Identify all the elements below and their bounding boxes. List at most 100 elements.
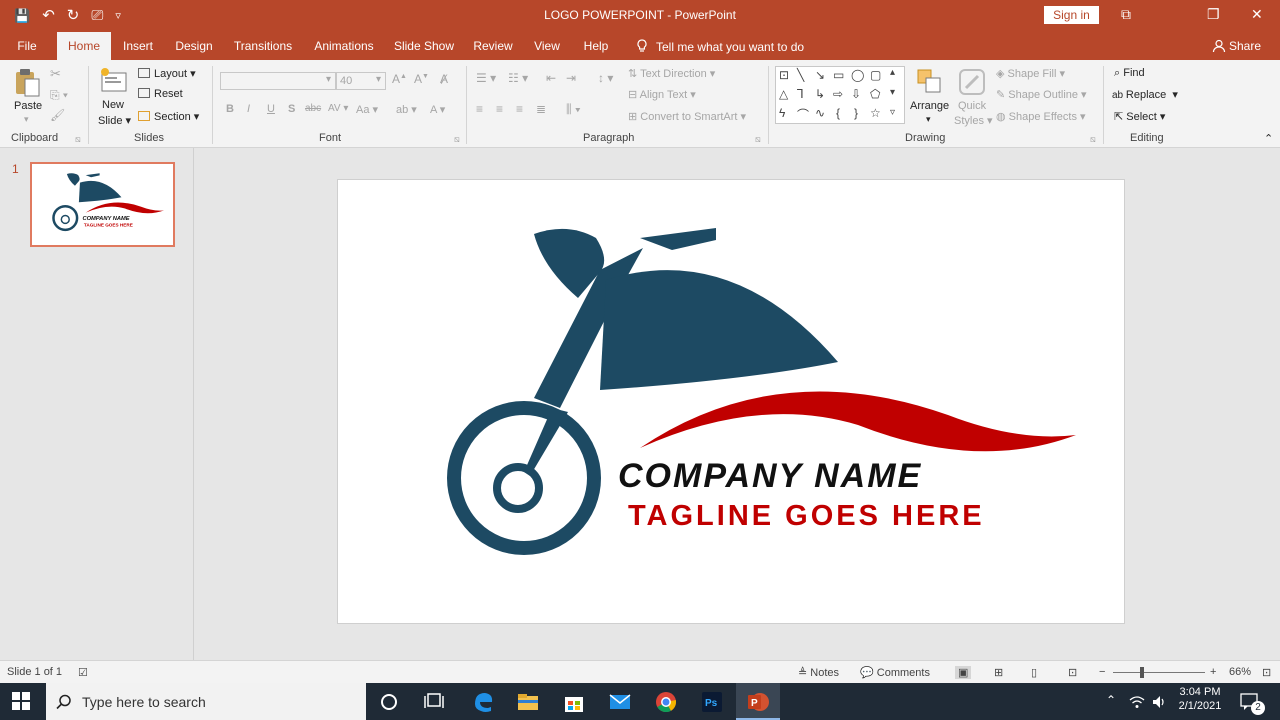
arc-shape-icon[interactable]: ⌒ xyxy=(797,106,809,123)
logo-handlebar[interactable] xyxy=(640,228,716,250)
zoom-level[interactable]: 66% xyxy=(1229,666,1251,678)
strikethrough-button[interactable]: abc xyxy=(305,103,321,114)
new-slide-label-1[interactable]: New xyxy=(102,99,124,111)
rectangle-shape-icon[interactable]: ▭ xyxy=(833,68,844,82)
motorcycle-logo-graphic[interactable]: COMPANY NAME TAGLINE GOES HERE xyxy=(338,180,1126,625)
character-spacing-button[interactable]: AV ▾ xyxy=(328,103,348,114)
italic-button[interactable]: I xyxy=(247,103,250,115)
down-arrow-shape-icon[interactable]: ⇩ xyxy=(851,87,861,101)
find-button[interactable]: ⌕ Find xyxy=(1114,67,1145,80)
share-button[interactable]: Share xyxy=(1212,39,1261,53)
arrow-line-shape-icon[interactable]: ↘ xyxy=(815,68,825,82)
highlight-icon[interactable]: ab ▾ xyxy=(396,103,417,116)
clipboard-launcher-icon[interactable]: ⧅ xyxy=(75,134,81,145)
logo-wheel-outer[interactable] xyxy=(447,401,601,555)
change-case-button[interactable]: Aa ▾ xyxy=(356,103,378,116)
bullets-icon[interactable]: ☰ ▾ xyxy=(476,71,496,85)
shapes-gallery[interactable]: ⊡ ╲ ↘ ▭ ◯ ▢ △ ⅂ ↳ ⇨ ⇩ ⬠ ϟ ⌒ ∿ { } ☆ ▴ ▾ … xyxy=(775,66,905,124)
comments-button[interactable]: 💬 Comments xyxy=(860,666,930,679)
align-right-icon[interactable]: ≡ xyxy=(516,102,523,116)
clock[interactable]: 3:04 PM 2/1/2021 xyxy=(1174,686,1226,712)
tab-slide-show[interactable]: Slide Show xyxy=(390,32,458,60)
company-name-text[interactable]: COMPANY NAME xyxy=(618,457,922,495)
quick-styles-label-1[interactable]: Quick xyxy=(958,100,986,112)
gallery-up-icon[interactable]: ▴ xyxy=(890,67,895,78)
decrease-indent-icon[interactable]: ⇤ xyxy=(546,71,556,85)
increase-indent-icon[interactable]: ⇥ xyxy=(566,71,576,85)
shape-effects-button[interactable]: ◍ Shape Effects ▾ xyxy=(996,110,1086,123)
photoshop-icon[interactable]: Ps xyxy=(700,690,724,714)
tab-review[interactable]: Review xyxy=(468,32,518,60)
arrange-dropdown-icon[interactable]: ▾ xyxy=(926,114,931,125)
wifi-icon[interactable] xyxy=(1129,695,1145,709)
paste-label[interactable]: Paste xyxy=(14,100,42,112)
gallery-down-icon[interactable]: ▾ xyxy=(890,87,895,98)
show-hidden-icons-icon[interactable]: ⌃ xyxy=(1106,693,1116,707)
cortana-icon[interactable] xyxy=(380,693,398,711)
right-brace-shape-icon[interactable]: } xyxy=(854,106,858,120)
text-shadow-button[interactable]: S xyxy=(288,103,295,115)
tab-insert[interactable]: Insert xyxy=(116,32,160,60)
replace-button[interactable]: ab Replace ▾ xyxy=(1112,88,1178,101)
restore-window-icon[interactable]: ❐ xyxy=(1207,6,1220,23)
text-direction-button[interactable]: ⇅ Text Direction ▾ xyxy=(628,67,715,80)
paste-dropdown-icon[interactable]: ▾ xyxy=(24,114,29,125)
file-explorer-icon[interactable] xyxy=(516,690,540,714)
logo-wheel-hub[interactable] xyxy=(493,463,543,513)
collapse-ribbon-icon[interactable]: ⌃ xyxy=(1264,132,1273,145)
slide-thumbnail[interactable]: COMPANY NAME TAGLINE GOES HERE xyxy=(30,162,175,247)
tab-help[interactable]: Help xyxy=(576,32,616,60)
align-center-icon[interactable]: ≡ xyxy=(496,102,503,116)
cut-icon[interactable]: ✂ xyxy=(50,66,61,82)
select-button[interactable]: ⇱ Select ▾ xyxy=(1114,110,1165,123)
paste-icon[interactable] xyxy=(14,68,42,98)
paragraph-launcher-icon[interactable]: ⧅ xyxy=(755,134,761,145)
underline-button[interactable]: U xyxy=(267,103,275,115)
logo-red-swoosh[interactable] xyxy=(640,391,1076,452)
new-slide-icon[interactable] xyxy=(99,67,129,95)
zoom-slider-thumb[interactable] xyxy=(1140,667,1144,678)
tab-file[interactable]: File xyxy=(8,32,46,60)
windows-start-icon[interactable] xyxy=(12,692,30,710)
tab-view[interactable]: View xyxy=(528,32,566,60)
tell-me-search[interactable]: Tell me what you want to do xyxy=(636,39,804,54)
zoom-slider[interactable] xyxy=(1113,672,1205,673)
rounded-rectangle-shape-icon[interactable]: ▢ xyxy=(870,68,881,82)
bent-shape-icon[interactable]: ⬠ xyxy=(870,87,880,101)
star-shape-icon[interactable]: ☆ xyxy=(870,106,881,120)
elbow-connector-shape-icon[interactable]: ⅂ xyxy=(797,87,804,101)
gallery-more-icon[interactable]: ▿ xyxy=(890,107,895,118)
slide-sorter-icon[interactable]: ⊞ xyxy=(994,666,1003,679)
font-size-combo[interactable]: 40 ▾ xyxy=(336,72,386,90)
align-left-icon[interactable]: ≡ xyxy=(476,102,483,116)
font-launcher-icon[interactable]: ⧅ xyxy=(454,134,460,145)
tab-design[interactable]: Design xyxy=(170,32,218,60)
arrange-icon[interactable] xyxy=(916,68,944,96)
logo-fuel-tank[interactable] xyxy=(600,270,838,390)
reset-button[interactable]: Reset xyxy=(138,88,183,100)
slideshow-view-icon[interactable]: ⊡ xyxy=(1068,666,1077,679)
spelling-status-icon[interactable]: ☑ xyxy=(78,666,88,679)
tab-transitions[interactable]: Transitions xyxy=(228,32,298,60)
taskbar-search-box[interactable]: Type here to search xyxy=(46,683,366,720)
shape-outline-button[interactable]: ✎ Shape Outline ▾ xyxy=(996,88,1087,101)
numbering-icon[interactable]: ☷ ▾ xyxy=(508,71,528,85)
chrome-icon[interactable] xyxy=(654,690,678,714)
columns-icon[interactable]: ⫼ ▾ xyxy=(566,102,581,117)
drawing-launcher-icon[interactable]: ⧅ xyxy=(1090,134,1096,145)
new-slide-label-2[interactable]: Slide ▾ xyxy=(98,114,131,127)
reading-view-icon[interactable]: ▯ xyxy=(1031,666,1037,679)
zoom-in-button[interactable]: + xyxy=(1210,666,1216,678)
align-text-button[interactable]: ⊟ Align Text ▾ xyxy=(628,88,696,101)
close-window-icon[interactable]: ✕ xyxy=(1251,6,1263,23)
elbow-arrow-shape-icon[interactable]: ↳ xyxy=(815,87,825,101)
oval-shape-icon[interactable]: ◯ xyxy=(851,68,864,82)
volume-icon[interactable] xyxy=(1151,694,1167,710)
sign-in-button[interactable]: Sign in xyxy=(1044,6,1099,24)
justify-icon[interactable]: ≣ xyxy=(536,102,546,116)
font-name-dropdown-icon[interactable]: ▾ xyxy=(326,74,331,85)
normal-view-icon[interactable]: ▣ xyxy=(955,666,972,679)
arrange-label[interactable]: Arrange xyxy=(910,100,949,112)
tab-animations[interactable]: Animations xyxy=(308,32,380,60)
copy-icon[interactable]: ⎘ ▾ xyxy=(50,88,68,103)
